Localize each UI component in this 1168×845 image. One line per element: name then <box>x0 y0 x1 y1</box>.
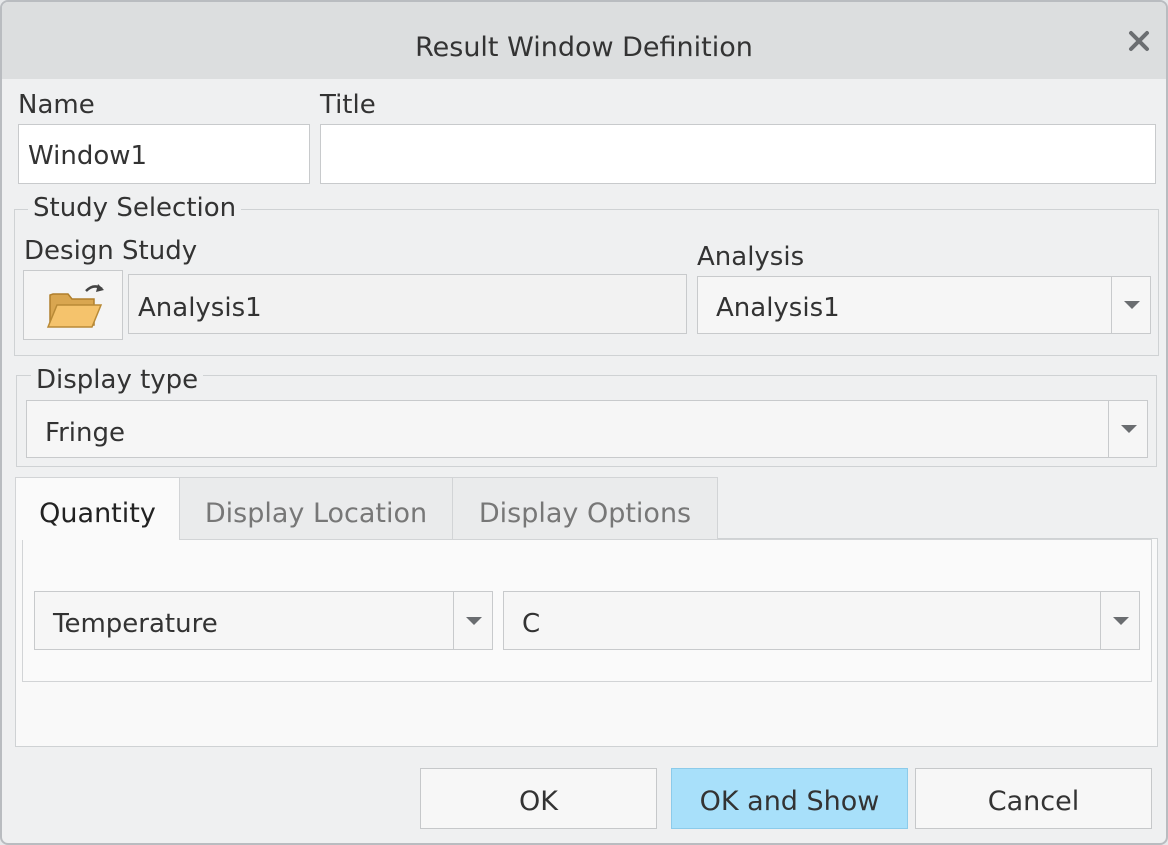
title-label: Title <box>320 90 376 120</box>
ok-and-show-button-label: OK and Show <box>699 786 880 817</box>
display-type-dropdown-value: Fringe <box>45 418 125 448</box>
tab-quantity[interactable]: Quantity <box>15 477 180 540</box>
quantity-dropdown-value: Temperature <box>53 609 218 639</box>
dialog-title-bar[interactable]: Result Window Definition <box>2 2 1166 79</box>
quantity-dropdown[interactable]: Temperature <box>34 591 493 650</box>
name-input[interactable]: Window1 <box>18 124 310 184</box>
chevron-down-icon[interactable] <box>453 592 492 649</box>
design-study-value: Analysis1 <box>138 293 262 323</box>
tab-display-location-label: Display Location <box>204 498 428 529</box>
cancel-button[interactable]: Cancel <box>915 768 1152 829</box>
tab-display-options-label: Display Options <box>478 498 692 529</box>
result-window-definition-dialog: Result Window Definition Name Window1 Ti… <box>0 0 1168 845</box>
chevron-down-icon[interactable] <box>1100 592 1139 649</box>
chevron-down-icon[interactable] <box>1111 277 1150 333</box>
close-icon[interactable] <box>1124 26 1154 56</box>
tab-quantity-label: Quantity <box>39 498 156 529</box>
units-dropdown-value: C <box>522 609 541 639</box>
analysis-label: Analysis <box>697 242 805 272</box>
tab-display-location[interactable]: Display Location <box>179 477 453 539</box>
tab-display-options[interactable]: Display Options <box>452 477 718 539</box>
chevron-down-icon[interactable] <box>1108 401 1147 457</box>
name-input-value: Window1 <box>28 141 148 171</box>
analysis-dropdown[interactable]: Analysis1 <box>697 276 1151 334</box>
ok-button-label: OK <box>519 786 558 817</box>
open-design-study-button[interactable] <box>23 270 123 340</box>
design-study-input[interactable]: Analysis1 <box>128 274 687 334</box>
ok-button[interactable]: OK <box>420 768 657 829</box>
analysis-dropdown-value: Analysis1 <box>716 293 840 323</box>
ok-and-show-button[interactable]: OK and Show <box>671 768 908 829</box>
title-input[interactable] <box>320 124 1156 184</box>
study-selection-legend: Study Selection <box>28 193 242 223</box>
open-folder-icon <box>46 284 104 328</box>
display-type-dropdown[interactable]: Fringe <box>26 400 1148 458</box>
name-label: Name <box>18 90 95 120</box>
dialog-title: Result Window Definition <box>415 32 753 63</box>
units-dropdown[interactable]: C <box>503 591 1140 650</box>
display-type-legend: Display type <box>31 365 204 395</box>
cancel-button-label: Cancel <box>987 786 1080 817</box>
design-study-label: Design Study <box>24 236 198 266</box>
